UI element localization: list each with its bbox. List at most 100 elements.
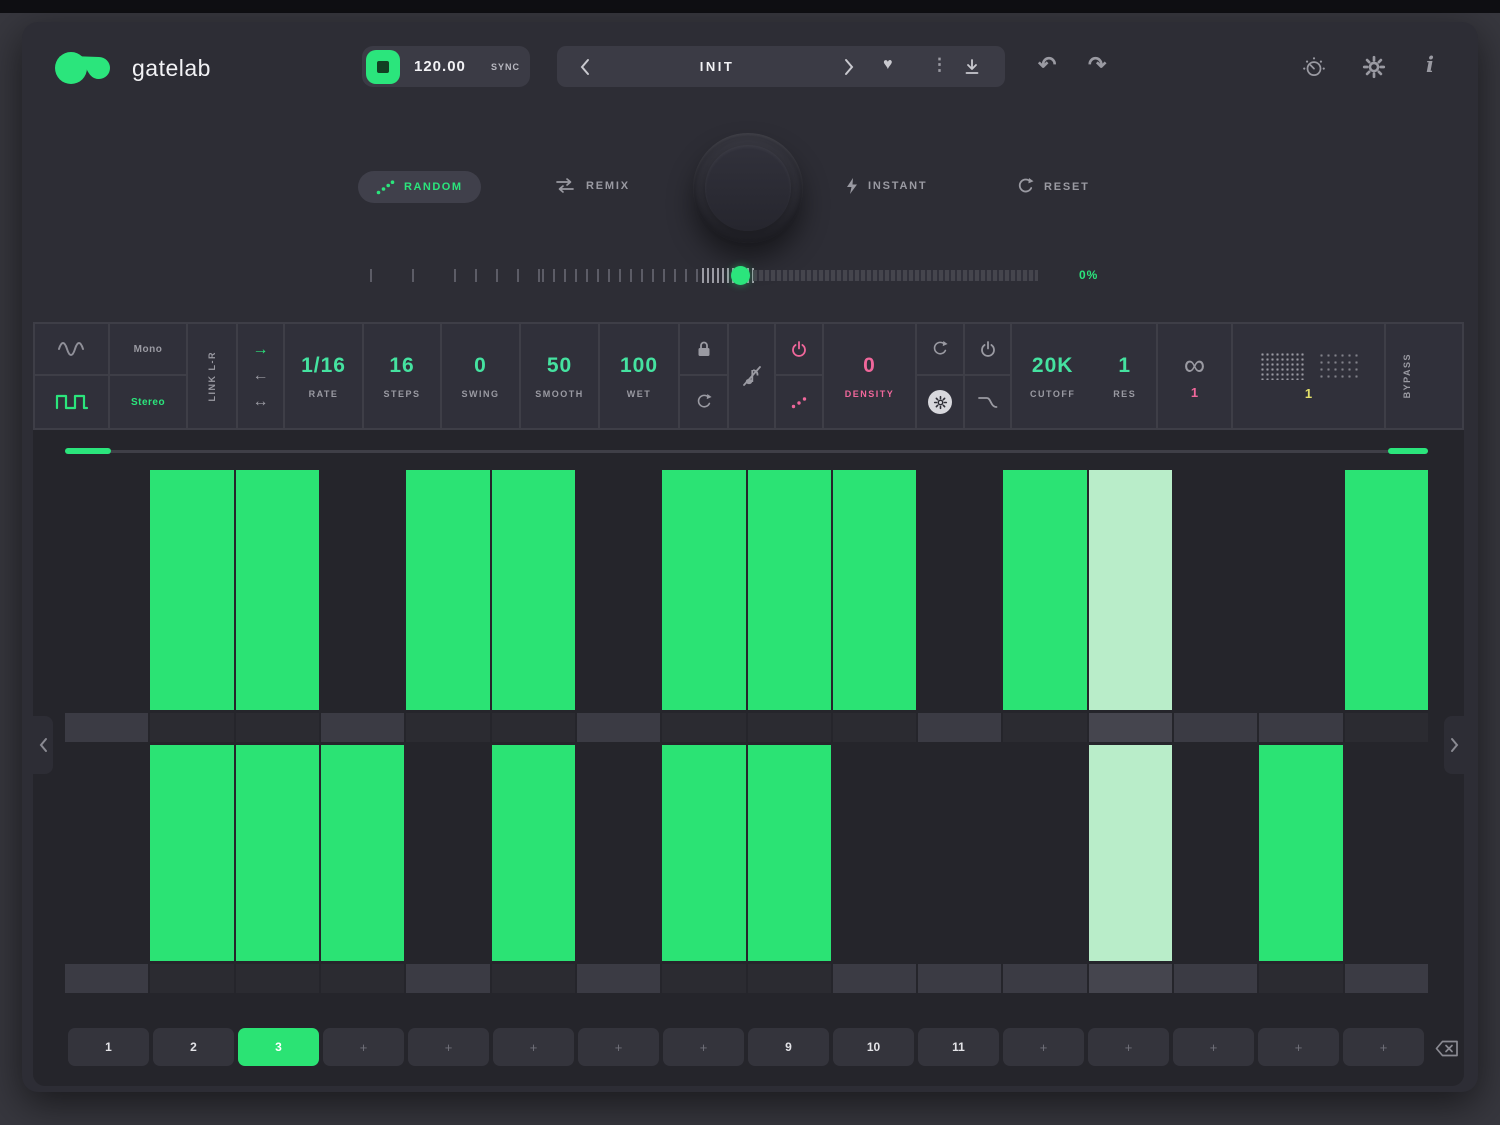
step-right-5[interactable] [406, 745, 489, 993]
slider-ticks-medium[interactable] [454, 269, 542, 282]
filter-slope-button[interactable] [965, 376, 1010, 428]
step-bar-area[interactable] [1345, 470, 1428, 710]
step-bar-area[interactable] [918, 470, 1001, 710]
step-handle[interactable] [492, 713, 575, 742]
step-right-10[interactable] [833, 745, 916, 993]
step-handle[interactable] [492, 964, 575, 993]
step-handle[interactable] [150, 964, 233, 993]
step-left-2[interactable] [150, 470, 233, 742]
pattern-button-9[interactable]: 9 [748, 1028, 829, 1066]
step-bar-area[interactable] [662, 470, 745, 710]
step-right-8[interactable] [662, 745, 745, 993]
pattern-button-3[interactable]: 3 [238, 1028, 319, 1066]
filter-cycle-button[interactable] [917, 324, 963, 376]
step-bar[interactable] [492, 470, 575, 710]
step-handle[interactable] [65, 964, 148, 993]
filter-settings-button[interactable] [917, 376, 963, 428]
step-handle[interactable] [65, 713, 148, 742]
step-bar-area[interactable] [918, 745, 1001, 961]
slider-ticks-fine[interactable] [542, 269, 702, 282]
stereo-button[interactable]: Stereo [110, 376, 186, 428]
step-handle[interactable] [662, 964, 745, 993]
step-bar-area[interactable] [1089, 470, 1172, 710]
step-handle[interactable] [1345, 713, 1428, 742]
pattern-button-1[interactable]: 1 [68, 1028, 149, 1066]
step-left-1[interactable] [65, 470, 148, 742]
pattern-button-10[interactable]: 10 [833, 1028, 914, 1066]
pattern-slot-empty[interactable]: + [663, 1028, 744, 1066]
step-handle[interactable] [321, 964, 404, 993]
step-bar[interactable] [748, 470, 831, 710]
step-right-16[interactable] [1345, 745, 1428, 993]
step-bar[interactable] [1003, 470, 1086, 710]
step-handle[interactable] [236, 713, 319, 742]
step-bar-area[interactable] [577, 745, 660, 961]
loop-start-marker[interactable] [65, 448, 111, 454]
step-right-9[interactable] [748, 745, 831, 993]
step-bar-area[interactable] [406, 745, 489, 961]
pattern-button-11[interactable]: 11 [918, 1028, 999, 1066]
step-handle[interactable] [918, 713, 1001, 742]
step-right-7[interactable] [577, 745, 660, 993]
step-handle[interactable] [833, 964, 916, 993]
step-handle[interactable] [321, 713, 404, 742]
step-bar-area[interactable] [833, 470, 916, 710]
step-handle[interactable] [748, 964, 831, 993]
slider-ticks-sparse[interactable] [370, 269, 454, 282]
step-left-12[interactable] [1003, 470, 1086, 742]
step-left-5[interactable] [406, 470, 489, 742]
pattern-slot-empty[interactable]: + [1173, 1028, 1254, 1066]
scroll-left-button[interactable] [33, 716, 53, 774]
smooth-control[interactable]: 50 SMOOTH [521, 324, 600, 428]
stop-button[interactable] [366, 50, 400, 84]
step-handle[interactable] [1259, 713, 1342, 742]
pattern-slot-empty[interactable]: + [408, 1028, 489, 1066]
step-handle[interactable] [1259, 964, 1342, 993]
random-button[interactable]: RANDOM [358, 171, 481, 203]
step-bar-playhead[interactable] [1089, 470, 1172, 710]
step-handle[interactable] [918, 964, 1001, 993]
step-bar[interactable] [662, 745, 745, 961]
step-handle[interactable] [833, 713, 916, 742]
step-bar-area[interactable] [236, 470, 319, 710]
step-left-13[interactable] [1089, 470, 1172, 742]
step-left-14[interactable] [1174, 470, 1257, 742]
step-handle[interactable] [1089, 713, 1172, 742]
filter-power-button[interactable] [965, 324, 1010, 376]
sync-label[interactable]: SYNC [491, 62, 520, 72]
settings-gear-icon[interactable] [1362, 55, 1386, 79]
loop-end-marker[interactable] [1388, 448, 1428, 454]
density-control[interactable]: 0 DENSITY [824, 324, 917, 428]
step-bar[interactable] [406, 470, 489, 710]
step-left-8[interactable] [662, 470, 745, 742]
regenerate-button[interactable] [680, 376, 727, 428]
lock-button[interactable] [680, 324, 727, 376]
pattern-slot-empty[interactable]: + [1343, 1028, 1424, 1066]
step-bar[interactable] [833, 470, 916, 710]
step-bar[interactable] [1345, 470, 1428, 710]
step-bar-area[interactable] [150, 745, 233, 961]
main-knob[interactable] [693, 133, 803, 243]
step-handle[interactable] [1003, 964, 1086, 993]
step-left-10[interactable] [833, 470, 916, 742]
step-bar-area[interactable] [1089, 745, 1172, 961]
step-bar-area[interactable] [662, 745, 745, 961]
step-bar[interactable] [748, 745, 831, 961]
swing-control[interactable]: 0 SWING [442, 324, 521, 428]
step-handle[interactable] [406, 964, 489, 993]
direction-forward-icon[interactable]: → [253, 342, 269, 358]
step-bar[interactable] [150, 470, 233, 710]
step-right-13[interactable] [1089, 745, 1172, 993]
wet-control[interactable]: 100 WET [600, 324, 680, 428]
step-left-4[interactable] [321, 470, 404, 742]
pattern-slot-empty[interactable]: + [1088, 1028, 1169, 1066]
direction-pingpong-icon[interactable]: ↔ [253, 394, 269, 410]
preset-menu-icon[interactable]: ⋮ [931, 55, 948, 75]
cutoff-control[interactable]: 20K CUTOFF [1012, 354, 1093, 399]
step-left-7[interactable] [577, 470, 660, 742]
direction-backward-icon[interactable]: ← [253, 368, 269, 384]
step-bar-area[interactable] [65, 745, 148, 961]
pattern-button-2[interactable]: 2 [153, 1028, 234, 1066]
sine-shape-button[interactable] [35, 324, 108, 376]
scroll-right-button[interactable] [1444, 716, 1464, 774]
